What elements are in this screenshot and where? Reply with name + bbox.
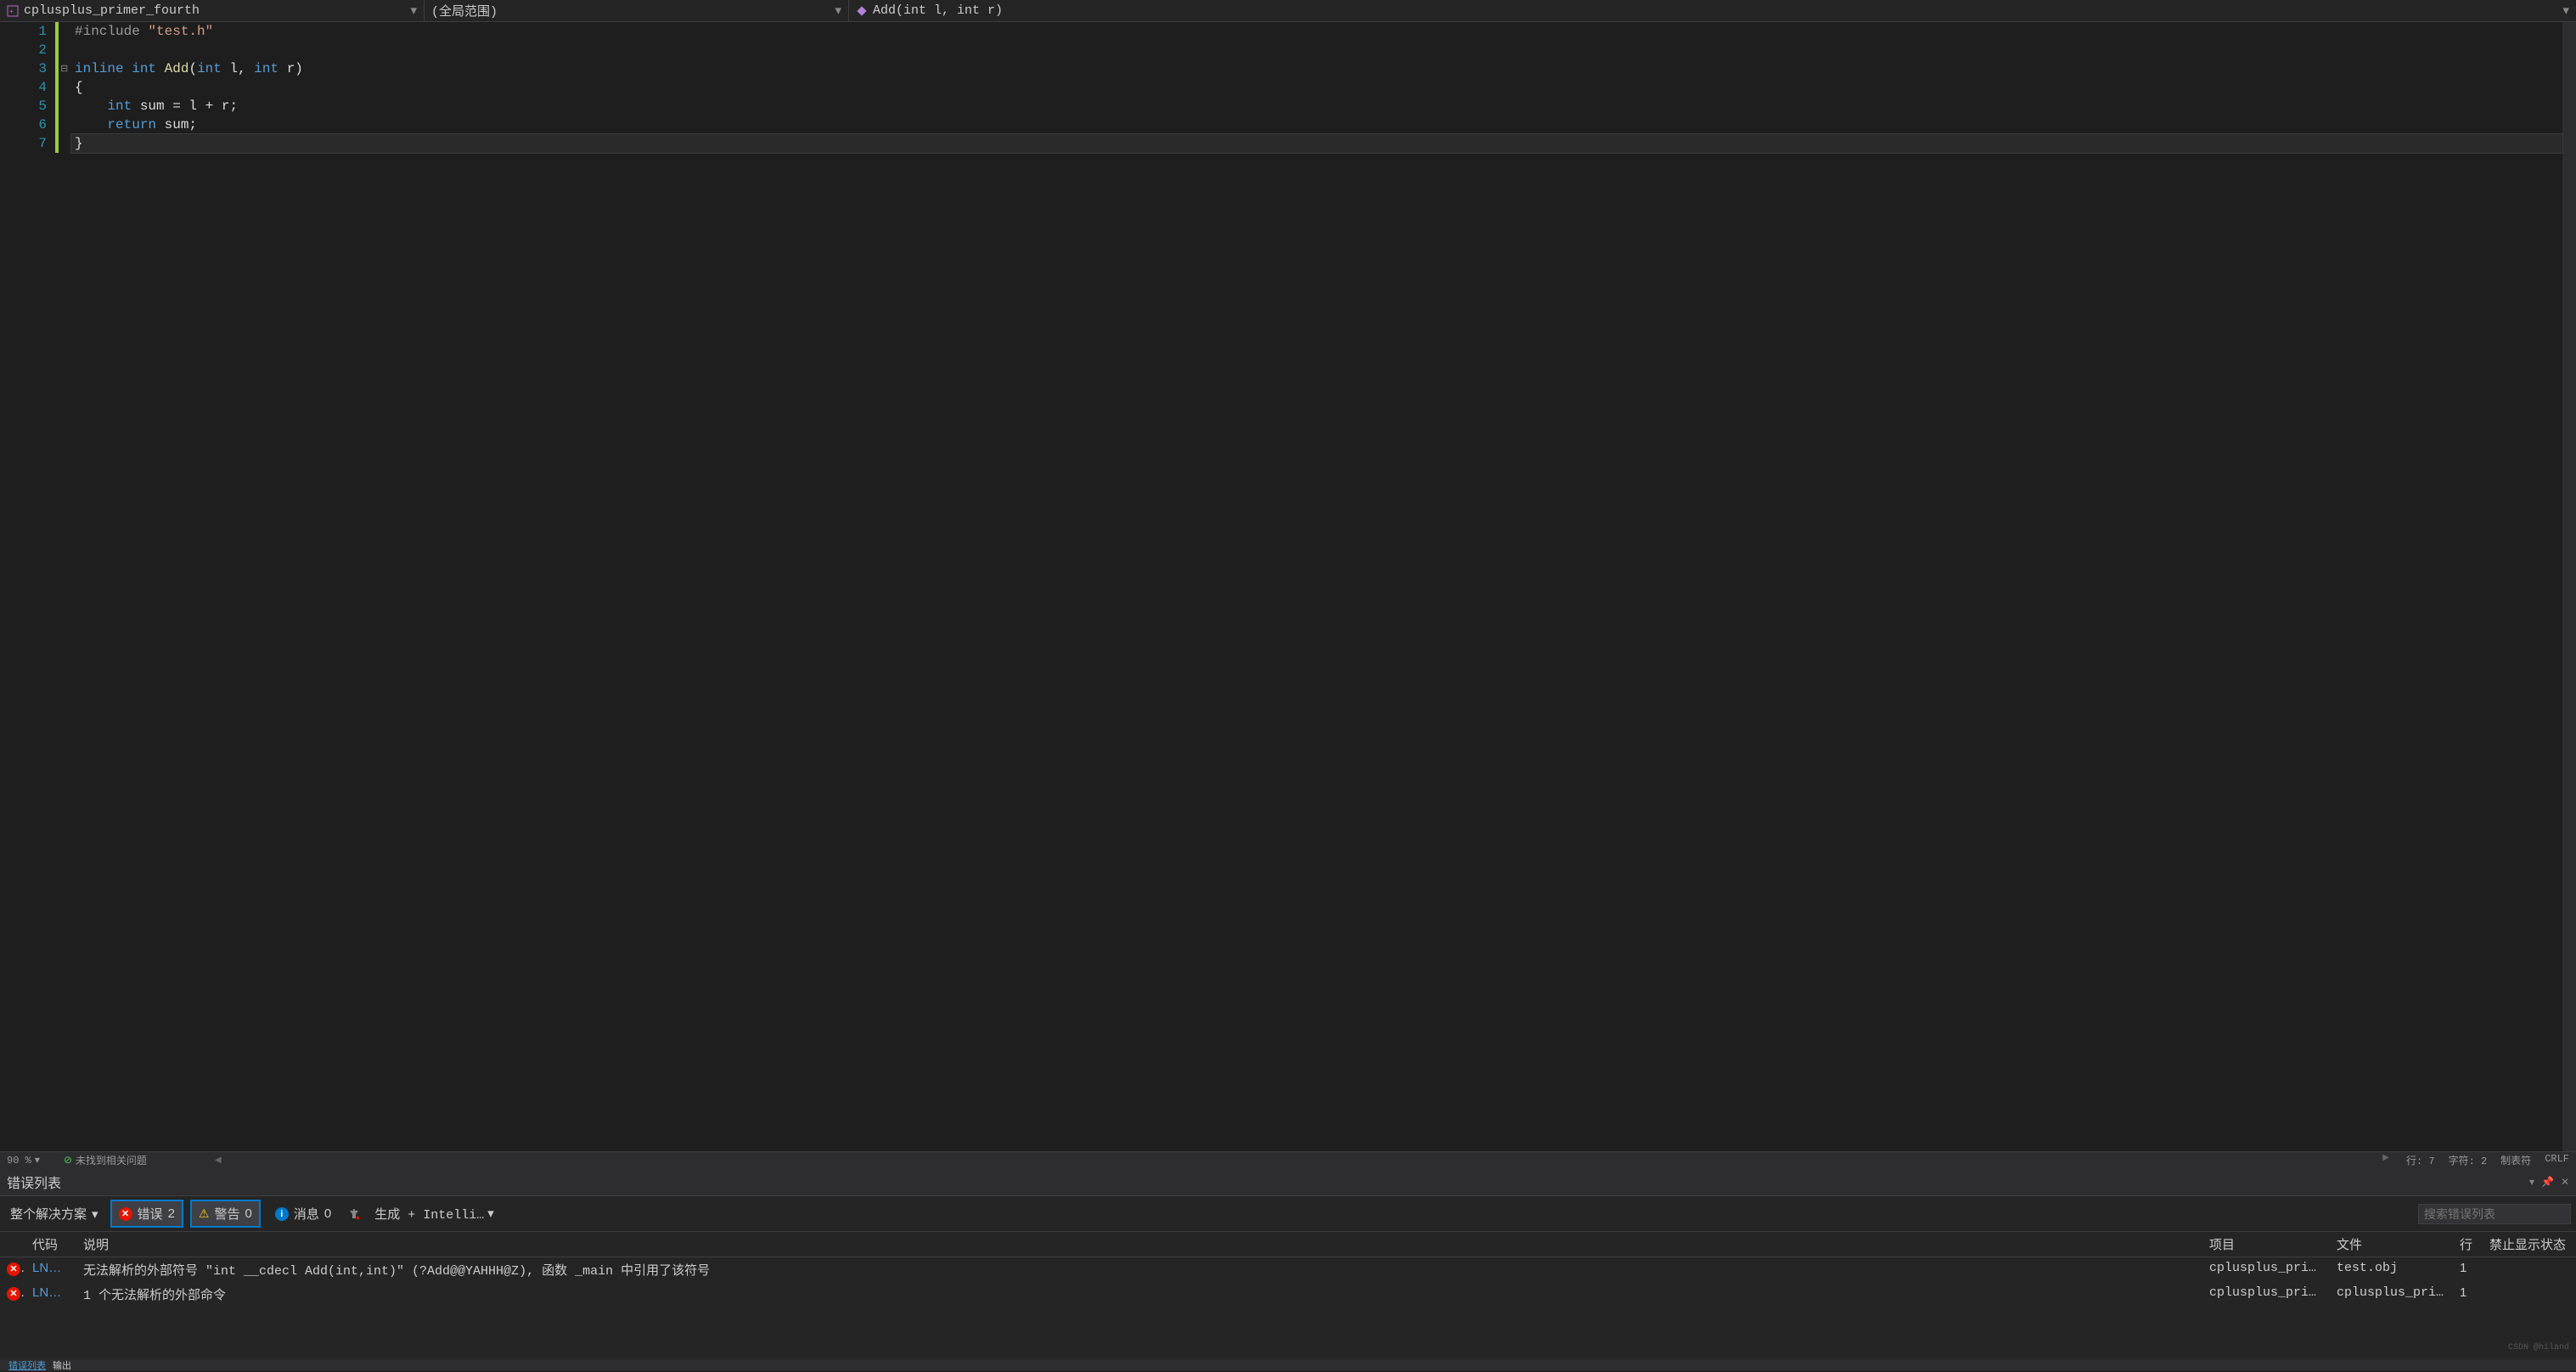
error-description: 1 个无法解析的外部命令 — [76, 1282, 2202, 1307]
chevron-down-icon: ▾ — [92, 1206, 98, 1222]
status-line: 行: 7 — [2406, 1153, 2435, 1167]
vertical-scrollbar[interactable] — [2562, 22, 2576, 1151]
line-number: 4 — [0, 78, 47, 97]
error-search-input[interactable] — [2424, 1207, 2576, 1221]
code-line[interactable]: } — [71, 134, 2562, 153]
error-file: cplusplus_prim… — [2330, 1282, 2453, 1307]
error-project: cplusplus_prim… — [2202, 1257, 2330, 1282]
line-number: 3 — [0, 59, 47, 78]
errors-filter-button[interactable]: ✕ 错误 2 — [110, 1200, 183, 1228]
scope-filter-dropdown[interactable]: 整个解决方案 ▾ — [5, 1203, 104, 1224]
chevron-down-icon: ▾ — [2562, 3, 2569, 19]
code-line[interactable]: { — [71, 78, 2562, 97]
status-char: 字符: 2 — [2449, 1153, 2488, 1167]
warnings-filter-button[interactable]: ⚠ 警告 0 — [190, 1200, 261, 1228]
scroll-left-icon[interactable]: ◀ — [215, 1156, 222, 1166]
table-header[interactable]: 代码 说明 项目 文件 行 禁止显示状态 — [0, 1232, 2576, 1257]
info-icon: i — [275, 1207, 289, 1221]
tab-error-list[interactable]: 错误列表 — [8, 1358, 46, 1372]
cpp-file-icon: + — [7, 5, 19, 17]
error-project: cplusplus_prim… — [2202, 1282, 2330, 1307]
line-number: 5 — [0, 97, 47, 115]
panel-title-bar[interactable]: 错误列表 ▾ 📌 ✕ — [0, 1168, 2576, 1195]
chevron-down-icon: ▾ — [487, 1206, 494, 1222]
nav-function-dropdown[interactable]: Add(int l, int r) ▾ — [849, 0, 2576, 21]
code-editor[interactable]: 1234567 ⊟ #include "test.h" inline int Ad… — [0, 22, 2576, 1151]
tab-output[interactable]: 输出 — [53, 1358, 71, 1372]
svg-text:+: + — [9, 8, 14, 16]
line-number: 2 — [0, 41, 47, 59]
error-description: 无法解析的外部符号 "int __cdecl Add(int,int)" (?A… — [76, 1257, 2202, 1282]
issues-indicator[interactable]: ⊘ 未找到相关问题 — [64, 1153, 147, 1167]
messages-filter-button[interactable]: i 消息 0 — [267, 1200, 339, 1227]
col-header-desc[interactable]: 说明 — [76, 1232, 2202, 1257]
code-content[interactable]: #include "test.h" inline int Add(int l, i… — [71, 22, 2562, 1151]
error-file: test.obj — [2330, 1257, 2453, 1282]
check-icon: ⊘ — [64, 1154, 72, 1167]
code-line[interactable]: int sum = l + r; — [71, 97, 2562, 115]
scroll-right-icon[interactable]: ▶ — [2382, 1153, 2389, 1167]
error-code: LNK11 — [25, 1282, 76, 1307]
nav-scope-label: (全局范围) — [431, 2, 498, 20]
bottom-tab-strip: 错误列表 输出 — [0, 1359, 2576, 1371]
error-search-box[interactable]: 🔍 — [2418, 1204, 2571, 1224]
status-tab: 制表符 — [2500, 1153, 2531, 1167]
panel-pin-icon[interactable]: 📌 — [2541, 1176, 2554, 1188]
panel-close-icon[interactable]: ✕ — [2561, 1176, 2569, 1188]
editor-status-bar: 90 % ▾ ⊘ 未找到相关问题 ◀ ▶ 行: 7 字符: 2 制表符 CRLF — [0, 1151, 2576, 1168]
code-line[interactable]: return sum; — [71, 115, 2562, 134]
panel-title: 错误列表 — [7, 1172, 61, 1192]
method-icon — [856, 5, 868, 17]
error-table: 代码 说明 项目 文件 行 禁止显示状态 ✕ LNK20无法解析的外部符号 "in… — [0, 1232, 2576, 1359]
nav-project-dropdown[interactable]: + cplusplus_primer_fourth ▾ — [0, 0, 425, 21]
error-toolbar: 整个解决方案 ▾ ✕ 错误 2 ⚠ 警告 0 i 消息 0 生成 + Intel… — [0, 1195, 2576, 1232]
nav-project-label: cplusplus_primer_fourth — [24, 3, 200, 18]
zoom-level[interactable]: 90 % ▾ — [7, 1154, 40, 1167]
col-header-code[interactable]: 代码 — [25, 1232, 76, 1257]
nav-scope-dropdown[interactable]: (全局范围) ▾ — [425, 0, 849, 21]
watermark: CSDN @hiland — [2508, 1343, 2569, 1352]
nav-function-label: Add(int l, int r) — [873, 3, 1003, 18]
error-row[interactable]: ✕LNK111 个无法解析的外部命令cplusplus_prim…cpluspl… — [0, 1282, 2576, 1307]
panel-menu-icon[interactable]: ▾ — [2529, 1176, 2534, 1188]
build-filter-dropdown[interactable]: 生成 + Intelli… ▾ — [369, 1203, 499, 1224]
error-code: LNK20 — [25, 1257, 76, 1282]
col-header-suppress[interactable]: 禁止显示状态 — [2483, 1232, 2576, 1257]
col-header-project[interactable]: 项目 — [2202, 1232, 2330, 1257]
error-list-panel: 错误列表 ▾ 📌 ✕ 整个解决方案 ▾ ✕ 错误 2 ⚠ 警告 0 i 消息 0 — [0, 1168, 2576, 1359]
clear-filter-button[interactable] — [346, 1206, 363, 1223]
code-line[interactable] — [71, 41, 2562, 59]
error-line: 1 — [2453, 1257, 2483, 1282]
fold-collapse-icon[interactable]: ⊟ — [60, 63, 68, 75]
error-icon: ✕ — [7, 1287, 20, 1301]
line-number-gutter: 1234567 — [0, 22, 55, 1151]
line-number: 6 — [0, 115, 47, 134]
error-icon: ✕ — [119, 1207, 132, 1221]
fold-gutter[interactable]: ⊟ — [59, 22, 71, 1151]
line-number: 7 — [0, 134, 47, 153]
line-number: 1 — [0, 22, 47, 41]
error-line: 1 — [2453, 1282, 2483, 1307]
navigation-bar: + cplusplus_primer_fourth ▾ (全局范围) ▾ Add… — [0, 0, 2576, 22]
chevron-down-icon: ▾ — [410, 3, 417, 19]
error-row[interactable]: ✕ LNK20无法解析的外部符号 "int __cdecl Add(int,int… — [0, 1257, 2576, 1282]
chevron-down-icon: ▾ — [35, 1154, 40, 1167]
warning-icon: ⚠ — [199, 1206, 210, 1221]
error-icon: ✕ — [7, 1262, 20, 1276]
col-header-line[interactable]: 行 — [2453, 1232, 2483, 1257]
code-line[interactable]: inline int Add(int l, int r) — [71, 59, 2562, 78]
chevron-down-icon: ▾ — [835, 3, 841, 19]
code-line[interactable]: #include "test.h" — [71, 22, 2562, 41]
status-eol: CRLF — [2545, 1153, 2569, 1167]
col-header-file[interactable]: 文件 — [2330, 1232, 2453, 1257]
